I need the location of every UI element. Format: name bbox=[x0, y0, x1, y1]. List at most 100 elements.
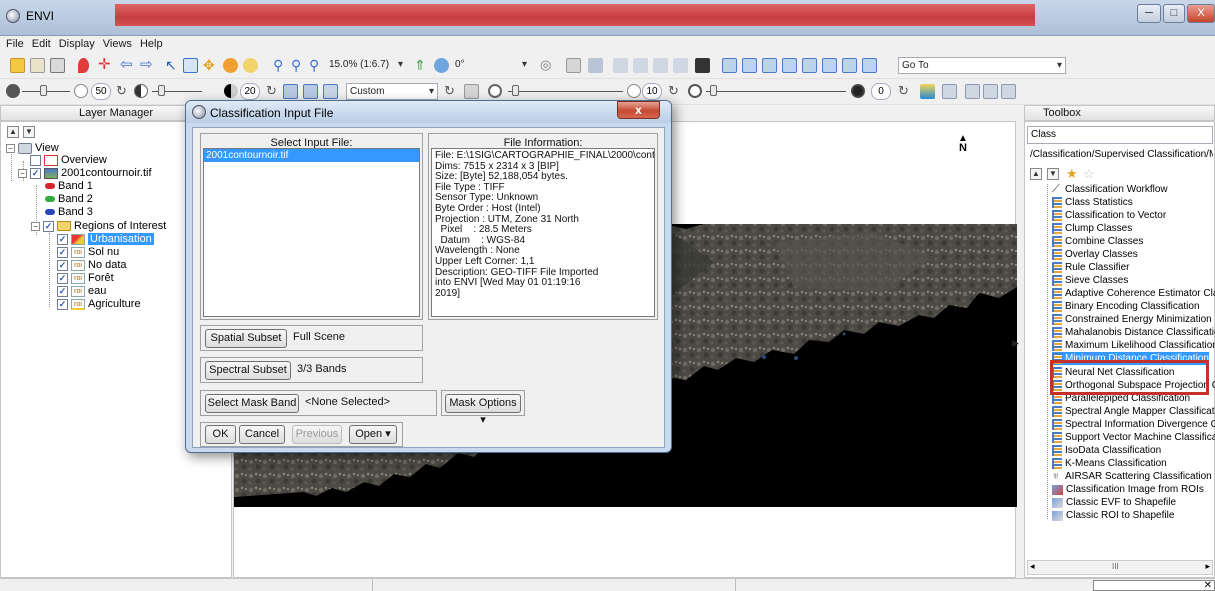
stretch-custom-icon[interactable] bbox=[323, 84, 338, 99]
roi-checkbox[interactable] bbox=[57, 298, 68, 310]
data-manager-icon[interactable] bbox=[30, 58, 45, 73]
tree-node-roi[interactable]: roi Agriculture bbox=[57, 298, 141, 310]
print-icon[interactable] bbox=[50, 58, 65, 73]
menu-help[interactable]: Help bbox=[136, 36, 167, 53]
mask-options-button[interactable]: Mask Options ▾ bbox=[445, 394, 521, 426]
tree-node-roi[interactable]: Urbanisation bbox=[57, 233, 154, 245]
toolbox-item[interactable]: Mahalanobis Distance Classification bbox=[1052, 326, 1215, 339]
contrast-slider-knob[interactable] bbox=[158, 85, 165, 96]
toolbox-item[interactable]: Adaptive Coherence Estimator Classi bbox=[1052, 287, 1215, 300]
roam-icon[interactable] bbox=[243, 58, 258, 73]
transparency-reset-icon[interactable]: ↻ bbox=[898, 84, 913, 99]
collapse-toggle-icon[interactable]: − bbox=[6, 143, 15, 153]
toolbox-item[interactable]: Classification to Vector bbox=[1052, 209, 1166, 222]
toolbox-item[interactable]: Classic ROI to Shapefile bbox=[1052, 509, 1174, 522]
histogram-icon[interactable] bbox=[464, 84, 479, 99]
tree-node-overview[interactable]: Overview bbox=[30, 154, 107, 166]
input-file-list[interactable]: 2001contournoir.tif bbox=[203, 148, 420, 317]
toolbox-item[interactable]: Constrained Energy Minimization Cla bbox=[1052, 313, 1215, 326]
roi-checkbox[interactable] bbox=[57, 246, 68, 258]
spectral-profile-icon[interactable] bbox=[722, 58, 737, 73]
toolbox-item[interactable]: Classification Image from ROIs bbox=[1052, 483, 1204, 496]
panel-splitter-arrow-icon[interactable]: ▶ bbox=[1012, 338, 1019, 349]
stretch-linear-icon[interactable] bbox=[283, 84, 298, 99]
vector-icon[interactable] bbox=[566, 58, 581, 73]
toolbox-item[interactable]: Spectral Angle Mapper Classification bbox=[1052, 405, 1215, 418]
sharpen-slider-track[interactable] bbox=[508, 91, 623, 92]
zoom-select[interactable]: 15.0% (1:6.7) bbox=[326, 57, 406, 74]
brightness-value[interactable]: 50 bbox=[91, 83, 111, 100]
overview-checkbox[interactable] bbox=[30, 154, 41, 166]
toolbox-item[interactable]: Class Statistics bbox=[1052, 196, 1133, 209]
toolbox-item[interactable]: Classic EVF to Shapefile bbox=[1052, 496, 1176, 509]
tree-node-roi[interactable]: roi No data bbox=[57, 259, 127, 271]
tree-node-roi[interactable]: roi Forêt bbox=[57, 272, 114, 284]
chip-icon[interactable] bbox=[653, 58, 668, 73]
back-arrow-icon[interactable]: ⇦ bbox=[120, 57, 135, 73]
goto-input[interactable]: Go To bbox=[898, 57, 1066, 74]
spatial-subset-button[interactable]: Spatial Subset bbox=[205, 329, 287, 348]
rotation-select[interactable]: 0° bbox=[452, 57, 530, 74]
zoom-full-icon[interactable]: ⚲ bbox=[309, 58, 324, 73]
tree-node-roi[interactable]: roi Sol nu bbox=[57, 246, 119, 258]
arrow-annotation-icon[interactable] bbox=[842, 58, 857, 73]
tree-node-band-1[interactable]: Band 1 bbox=[45, 180, 93, 192]
cancel-button[interactable]: Cancel bbox=[239, 425, 285, 444]
collapse-toggle-icon[interactable]: − bbox=[18, 168, 27, 178]
toolbox-item[interactable]: Maximum Likelihood Classification bbox=[1052, 339, 1215, 352]
picture-annotation-icon[interactable] bbox=[862, 58, 877, 73]
sharpen-reset-icon[interactable]: ↻ bbox=[668, 84, 683, 99]
toolbox-search-input[interactable]: Class bbox=[1027, 126, 1213, 144]
brightness-slider-knob[interactable] bbox=[40, 85, 47, 96]
transparency-value[interactable]: 0 bbox=[871, 83, 891, 100]
transparency-slider-track[interactable] bbox=[706, 91, 846, 92]
fly-icon[interactable]: ✥ bbox=[203, 58, 218, 73]
polygon-icon[interactable] bbox=[762, 58, 777, 73]
scroll-left-icon[interactable]: ◂ bbox=[1030, 561, 1035, 572]
portal-icon[interactable] bbox=[633, 58, 648, 73]
zoom-in-icon[interactable]: ⚲ bbox=[273, 58, 288, 73]
annotation-icon[interactable] bbox=[588, 58, 603, 73]
tree-node-regions-of-interest[interactable]: − Regions of Interest bbox=[31, 220, 166, 232]
expand-all-button[interactable]: ▼ bbox=[23, 126, 35, 138]
close-window-button[interactable]: X bbox=[1187, 4, 1215, 23]
rectangle-icon[interactable] bbox=[782, 58, 797, 73]
scroll-thumb[interactable]: III bbox=[1112, 562, 1119, 571]
spectral-subset-button[interactable]: Spectral Subset bbox=[205, 361, 291, 380]
open-button[interactable]: Open ▾ bbox=[349, 425, 397, 444]
toolbox-item[interactable]: Combine Classes bbox=[1052, 235, 1143, 248]
expand-all-button[interactable]: ▼ bbox=[1047, 168, 1059, 180]
roi-checkbox[interactable] bbox=[57, 272, 68, 284]
toolbox-item[interactable]: K-Means Classification bbox=[1052, 457, 1167, 470]
rotate-icon[interactable] bbox=[223, 58, 238, 73]
ellipse-icon[interactable] bbox=[802, 58, 817, 73]
previous-button[interactable]: Previous bbox=[292, 425, 342, 444]
crosshair-icon[interactable]: ✛ bbox=[98, 57, 113, 73]
zoom-out-icon[interactable]: ⚲ bbox=[291, 58, 306, 73]
stretch-equalize-icon[interactable] bbox=[303, 84, 318, 99]
line-icon[interactable] bbox=[822, 58, 837, 73]
tree-node-band-2[interactable]: Band 2 bbox=[45, 193, 93, 205]
toolbox-item[interactable]: Sieve Classes bbox=[1052, 274, 1128, 287]
contrast-reset-icon[interactable]: ↻ bbox=[266, 84, 281, 99]
favorites-icon[interactable]: ☆ bbox=[1083, 166, 1095, 182]
sharpen-slider-knob[interactable] bbox=[512, 85, 519, 96]
file-layer-checkbox[interactable] bbox=[30, 167, 41, 179]
roi-checkbox[interactable] bbox=[57, 259, 68, 271]
forward-arrow-icon[interactable]: ⇨ bbox=[140, 57, 155, 73]
toolbox-item[interactable]: ⟋ Classification Workflow bbox=[1052, 183, 1168, 196]
ok-button[interactable]: OK bbox=[205, 425, 236, 444]
contrast-value[interactable]: 20 bbox=[240, 83, 260, 100]
toolbox-item[interactable]: IsoData Classification bbox=[1052, 444, 1161, 457]
open-file-icon[interactable] bbox=[10, 58, 25, 73]
transparency-slider-knob[interactable] bbox=[710, 85, 717, 96]
collapse-all-button[interactable]: ▲ bbox=[7, 126, 19, 138]
input-file-item[interactable]: 2001contournoir.tif bbox=[204, 149, 419, 162]
collapse-all-button[interactable]: ▲ bbox=[1030, 168, 1042, 180]
roi-checkbox[interactable] bbox=[57, 233, 68, 245]
roi-group-checkbox[interactable] bbox=[43, 220, 54, 232]
toolbox-item[interactable]: Spectral Information Divergence Cla bbox=[1052, 418, 1215, 431]
status-close-icon[interactable]: ✕ bbox=[1093, 580, 1215, 591]
menu-edit[interactable]: Edit bbox=[28, 36, 55, 53]
scroll-right-icon[interactable]: ▸ bbox=[1205, 561, 1210, 572]
